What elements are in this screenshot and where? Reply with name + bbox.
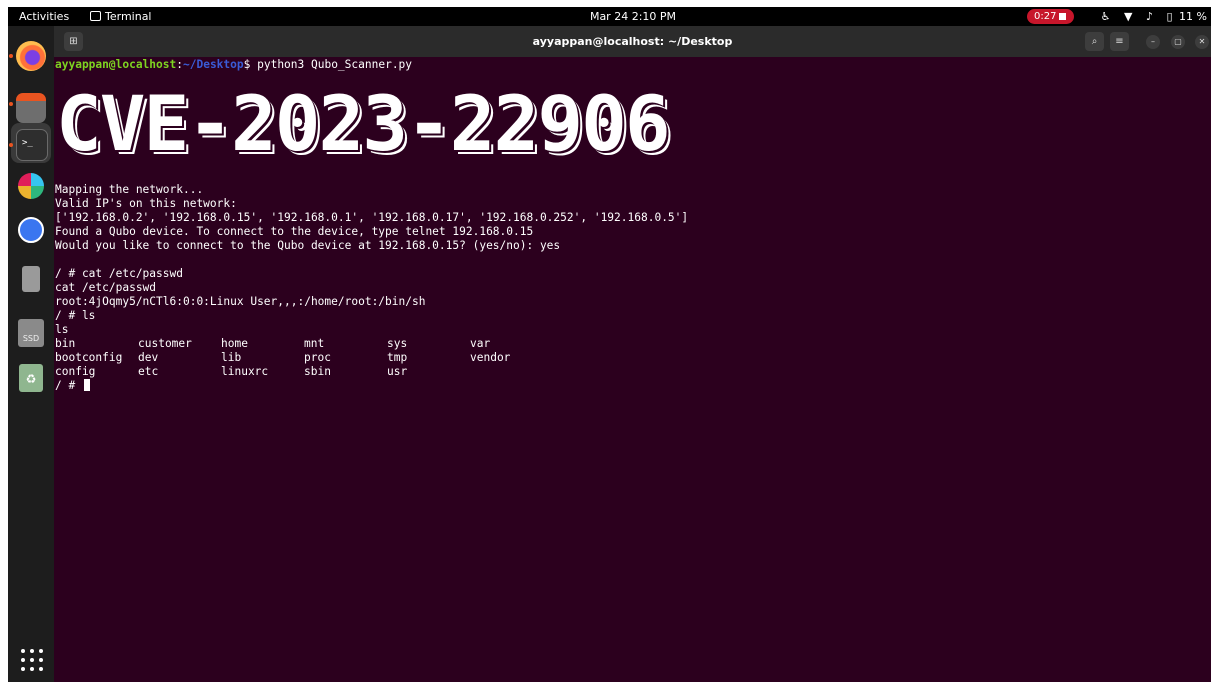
activities-button[interactable]: Activities: [19, 7, 69, 26]
slack-icon[interactable]: [18, 173, 44, 199]
output-line: Mapping the network...: [55, 183, 204, 196]
prompt-path: ~/Desktop: [183, 58, 244, 71]
output-line: Valid IP's on this network:: [55, 197, 237, 210]
system-tray[interactable]: ♿ ▼ ♪ ▯ 11 %: [1091, 7, 1207, 26]
output-line: ['192.168.0.2', '192.168.0.15', '192.168…: [55, 211, 689, 224]
volume-muted-icon: ♪: [1145, 10, 1153, 23]
new-tab-button[interactable]: ⊞: [64, 32, 83, 51]
ls-entry: tmp: [387, 351, 408, 364]
ls-entry: sbin: [304, 365, 331, 378]
dock: >_ SSD ♻: [8, 26, 54, 682]
stop-icon: [1059, 13, 1066, 20]
ls-entry: sys: [387, 337, 408, 350]
ls-entry: dev: [138, 351, 159, 364]
app-menu[interactable]: Terminal: [90, 7, 152, 26]
ssd-label: SSD: [22, 334, 40, 343]
files-icon[interactable]: [16, 93, 46, 123]
battery-icon: ▯: [1166, 10, 1173, 23]
ls-entry: customer: [138, 337, 192, 350]
output-line: / # ls: [55, 309, 96, 322]
ls-entry: mnt: [304, 337, 325, 350]
wifi-icon: ▼: [1123, 10, 1133, 23]
terminal-header-bar: ayyappan@localhost: ~/Desktop ⊞ ⌕ ≡ – ▢ …: [54, 26, 1211, 57]
prompt-end: $: [243, 58, 258, 71]
usb-drive-icon[interactable]: [22, 266, 40, 292]
ls-entry: bin: [55, 337, 76, 350]
maximize-button[interactable]: ▢: [1171, 35, 1185, 49]
ascii-banner: CVE-2023-22906: [56, 79, 671, 168]
ls-entry: usr: [387, 365, 408, 378]
search-button[interactable]: ⌕: [1085, 32, 1104, 51]
output-line: root:4jOqmy5/nCTl6:0:0:Linux User,,,:/ho…: [55, 295, 426, 308]
terminal-icon[interactable]: >_: [16, 129, 48, 161]
ls-entry: etc: [138, 365, 159, 378]
output-line: cat /etc/passwd: [55, 281, 157, 294]
ls-entry: vendor: [470, 351, 511, 364]
running-indicator: [9, 102, 13, 106]
running-indicator: [9, 143, 13, 147]
ssd-drive-icon[interactable]: SSD: [18, 319, 44, 347]
output-line: ls: [55, 323, 69, 336]
desktop-screen: Activities Terminal Mar 24 2:10 PM 0:27 …: [8, 7, 1211, 682]
output-line: Would you like to connect to the Qubo de…: [55, 239, 561, 252]
show-applications-icon[interactable]: [21, 649, 43, 671]
window-title: ayyappan@localhost: ~/Desktop: [532, 35, 733, 48]
active-prompt-line[interactable]: / #: [55, 379, 90, 393]
close-button[interactable]: ✕: [1195, 35, 1209, 49]
prompt-line: ayyappan@localhost:~/Desktop$ python3 Qu…: [55, 58, 412, 72]
text-cursor: [83, 379, 90, 391]
trash-icon[interactable]: ♻: [19, 364, 43, 392]
terminal-app-icon: [90, 11, 101, 21]
signal-icon[interactable]: [18, 217, 44, 243]
ls-entry: bootconfig: [55, 351, 123, 364]
accessibility-icon: ♿: [1100, 10, 1111, 23]
ls-entry: home: [221, 337, 248, 350]
command-text: python3 Qubo_Scanner.py: [257, 58, 413, 71]
firefox-icon[interactable]: [16, 41, 46, 71]
terminal-output[interactable]: ayyappan@localhost:~/Desktop$ python3 Qu…: [54, 57, 1211, 682]
output-line: Found a Qubo device. To connect to the d…: [55, 225, 534, 238]
screen-recording-indicator[interactable]: 0:27: [1027, 9, 1074, 24]
battery-percent: 11 %: [1179, 10, 1207, 23]
ls-entry: proc: [304, 351, 331, 364]
output-line: / # cat /etc/passwd: [55, 267, 183, 280]
top-bar: Activities Terminal Mar 24 2:10 PM 0:27 …: [8, 7, 1211, 26]
ls-entry: lib: [221, 351, 242, 364]
ls-entry: linuxrc: [221, 365, 269, 378]
clock[interactable]: Mar 24 2:10 PM: [568, 7, 698, 26]
app-menu-label: Terminal: [105, 10, 152, 23]
prompt-user: ayyappan@localhost: [55, 58, 177, 71]
ls-entry: config: [55, 365, 96, 378]
menu-button[interactable]: ≡: [1110, 32, 1129, 51]
prompt-separator: :: [176, 58, 183, 71]
running-indicator: [9, 54, 13, 58]
recording-time: 0:27: [1034, 11, 1057, 22]
final-prompt: / #: [55, 379, 82, 392]
ls-entry: var: [470, 337, 491, 350]
minimize-button[interactable]: –: [1146, 35, 1160, 49]
